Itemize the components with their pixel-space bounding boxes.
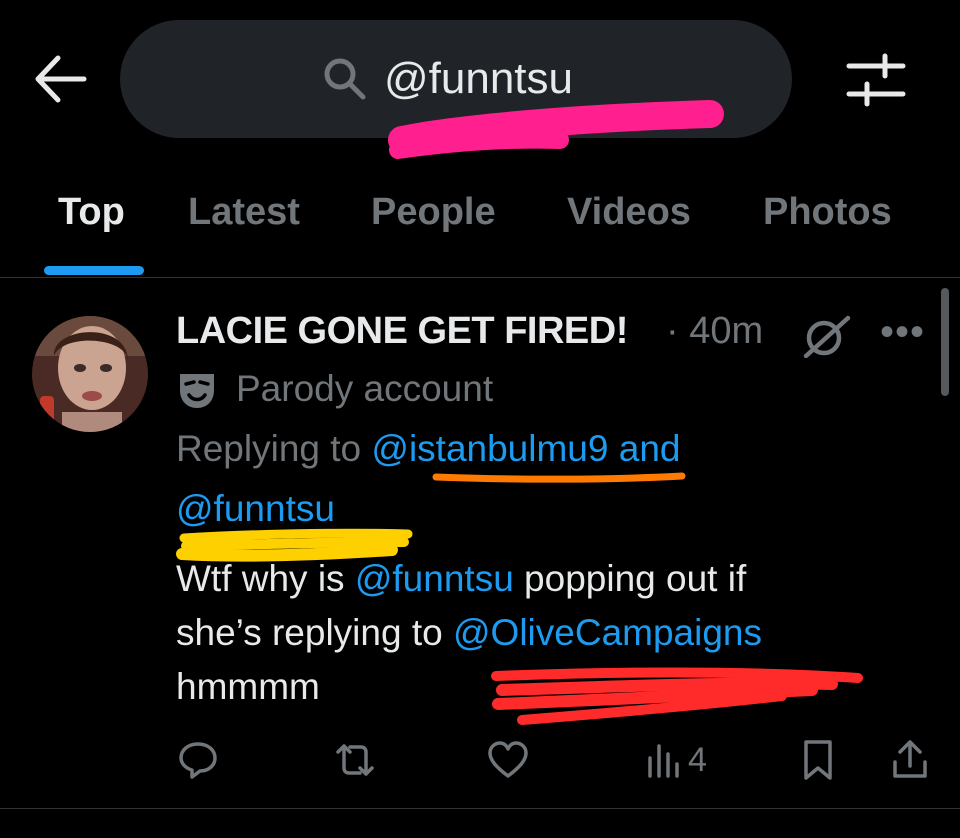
share-button[interactable]	[890, 738, 930, 782]
bookmark-icon	[804, 740, 832, 780]
mention-link[interactable]: @funntsu	[355, 558, 514, 599]
active-tab-indicator	[44, 266, 144, 275]
orange-underline	[432, 472, 686, 483]
divider	[0, 277, 960, 278]
tab-photos[interactable]: Photos	[763, 188, 892, 236]
mention-link[interactable]: @istanbulmu9	[371, 428, 608, 469]
divider	[0, 808, 960, 809]
heart-icon	[488, 741, 528, 778]
parody-account-label: Parody account	[236, 368, 494, 409]
tweet-text-line-1: Wtf why is @funntsu popping out if	[176, 554, 746, 604]
arrow-left-icon	[35, 55, 87, 103]
bookmark-button[interactable]	[798, 738, 838, 782]
tab-latest[interactable]: Latest	[188, 188, 300, 236]
mention-link[interactable]: @funntsu	[176, 488, 335, 529]
replying-prefix: Replying to	[176, 428, 372, 469]
display-name[interactable]: LACIE GONE GET FIRED!	[176, 306, 628, 356]
scrollbar[interactable]	[941, 288, 949, 396]
repost-icon	[336, 744, 374, 776]
search-filter-button[interactable]	[845, 52, 907, 108]
back-button[interactable]	[30, 52, 90, 106]
tweet-text: Wtf why is	[176, 558, 355, 599]
replying-to-line: Replying to @istanbulmu9 and	[176, 424, 680, 474]
more-options-button[interactable]: •••	[880, 312, 925, 352]
tweet-text: she’s replying to	[176, 612, 453, 653]
tab-people[interactable]: People	[371, 188, 496, 236]
tweet-text-line-2: she’s replying to @OliveCampaigns	[176, 608, 762, 658]
tweet-timestamp[interactable]: · 40m	[666, 306, 763, 356]
sliders-icon	[846, 53, 906, 107]
repost-button[interactable]	[330, 738, 380, 782]
mention-link[interactable]: @OliveCampaigns	[453, 612, 762, 653]
bar-chart-icon	[648, 744, 679, 778]
pink-scribble	[388, 100, 724, 159]
parody-mask-icon	[176, 370, 218, 410]
replying-and[interactable]: and	[608, 428, 681, 469]
grok-icon[interactable]	[802, 314, 852, 359]
views-count: 4	[688, 741, 707, 779]
avatar[interactable]	[32, 316, 148, 432]
share-icon	[893, 740, 927, 778]
tab-videos[interactable]: Videos	[567, 188, 691, 236]
reply-icon	[179, 742, 217, 779]
tweet-text: popping out if	[513, 558, 747, 599]
views-button[interactable]	[644, 738, 684, 782]
like-button[interactable]	[486, 738, 530, 782]
red-scribble	[491, 667, 863, 725]
tab-top[interactable]: Top	[58, 188, 125, 236]
reply-button[interactable]	[176, 738, 220, 782]
search-icon	[322, 56, 368, 102]
tweet-text-line-3: hmmmm	[176, 666, 320, 707]
